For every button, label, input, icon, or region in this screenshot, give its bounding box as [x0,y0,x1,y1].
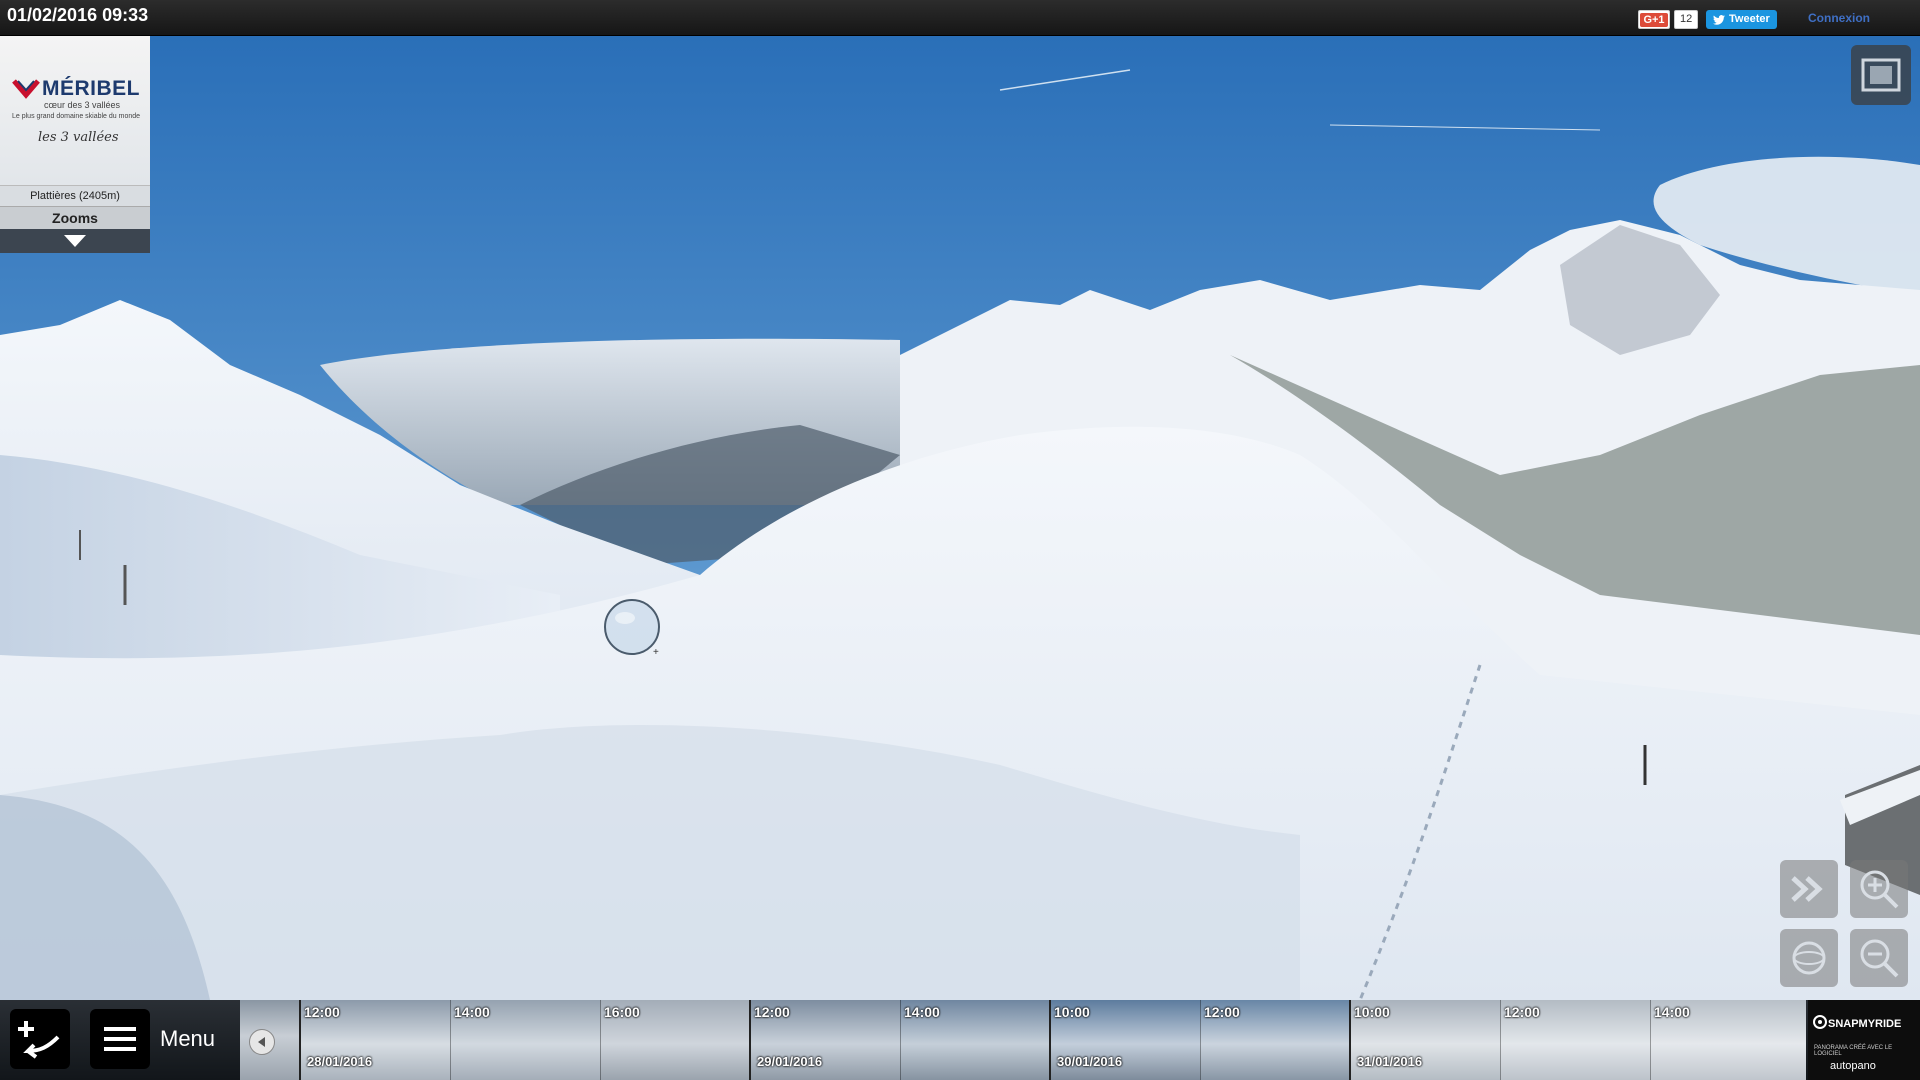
resort-panel: MÉRIBEL cœur des 3 vallées Le plus grand… [0,35,150,255]
timeline-thumb[interactable]: 14:00 [1650,1000,1806,1080]
snapmyride-logo[interactable]: SNAPMYRIDE PANORAMA CRÉÉ AVEC LE LOGICIE… [1808,1000,1920,1080]
hamburger-icon [104,1027,136,1051]
brand-tagline: Le plus grand domaine skiable du monde [12,113,141,120]
fullscreen-icon [1861,58,1901,92]
plus-arrow-icon [18,1021,60,1059]
magnifier-bubble-icon: + [604,599,660,658]
thumb-date: 28/01/2016 [307,1054,373,1069]
zooms-button[interactable]: Zooms [0,206,150,229]
timeline-thumb[interactable]: 14:00 [450,1000,601,1080]
zoom-hotspot[interactable]: + [603,598,661,658]
timeline-thumb[interactable]: 10:00 31/01/2016 [1350,1000,1501,1080]
fullscreen-button[interactable] [1851,45,1911,105]
timeline-strip[interactable]: 12:00 28/01/2016 14:00 16:00 12:00 29/01… [240,1000,1806,1080]
day-separator [1349,1000,1351,1080]
autopano-caption: PANORAMA CRÉÉ AVEC LE LOGICIEL [1814,1045,1893,1057]
timeline-thumb[interactable]: 12:00 [1500,1000,1651,1080]
zoom-in-button[interactable] [1850,860,1908,918]
thumb-time: 12:00 [1504,1004,1540,1020]
snapmyride-title: SNAPMYRIDE [1828,1018,1902,1030]
thumb-time: 10:00 [1354,1004,1390,1020]
thumb-date: 31/01/2016 [1357,1054,1423,1069]
brand-name: MÉRIBEL [42,77,140,100]
menu-label[interactable]: Menu [160,1026,215,1052]
thumb-time: 10:00 [1054,1004,1090,1020]
station-name: Plattières (2405m) [0,185,150,206]
thumb-date: 30/01/2016 [1057,1054,1123,1069]
day-separator [749,1000,751,1080]
thumb-time: 16:00 [604,1004,640,1020]
svg-text:+: + [653,647,659,656]
meribel-chevron-icon [12,79,40,99]
thumb-time: 14:00 [454,1004,490,1020]
day-separator [1049,1000,1051,1080]
autoplay-button[interactable] [1780,860,1838,918]
rotate-icon [1792,941,1826,975]
thumb-time: 12:00 [754,1004,790,1020]
google-plus-label: G+1 [1640,12,1668,27]
zoom-out-button[interactable] [1850,929,1908,987]
thumb-time: 14:00 [904,1004,940,1020]
panorama-image[interactable] [0,35,1920,1000]
timeline-thumb[interactable]: 12:00 28/01/2016 [300,1000,451,1080]
thumb-time: 14:00 [1654,1004,1690,1020]
meribel-logo[interactable]: MÉRIBEL cœur des 3 vallées Le plus grand… [0,35,150,185]
top-bar: 01/02/2016 09:33 G+1 12 Tweeter Connexio… [0,0,1920,36]
capture-datetime: 01/02/2016 09:33 [7,5,149,25]
twitter-bird-icon [1713,14,1725,25]
zoom-out-icon [1860,939,1899,978]
timeline-thumb[interactable]: 12:00 29/01/2016 [750,1000,901,1080]
google-plus-count: 12 [1674,10,1699,29]
add-photo-button[interactable] [10,1009,70,1069]
menu-button[interactable] [90,1009,150,1069]
tweet-button[interactable]: Tweeter [1706,10,1777,29]
autopano-label: autopano [1830,1060,1876,1072]
bottom-bar: Menu 12:00 28/01/2016 14:00 16:00 12:00 … [0,1000,1920,1080]
thumb-time: 12:00 [1204,1004,1240,1020]
timeline-prev-button[interactable] [249,1029,275,1055]
timeline-thumb[interactable]: 12:00 [1200,1000,1351,1080]
timeline-thumb[interactable]: 10:00 30/01/2016 [1050,1000,1201,1080]
fast-forward-icon [1791,876,1823,902]
panorama-view[interactable] [0,35,1920,1000]
zooms-expand-button[interactable] [0,229,150,253]
camera-icon [1813,1015,1827,1029]
zoom-in-icon [1860,870,1899,909]
thumb-time: 12:00 [304,1004,340,1020]
timeline-thumb[interactable]: 14:00 [900,1000,1051,1080]
triangle-down-icon [64,235,86,247]
google-plus-button[interactable]: G+1 [1638,10,1670,29]
tweet-label: Tweeter [1729,13,1770,25]
triangle-left-icon [258,1037,265,1047]
gyroscope-button[interactable] [1780,929,1838,987]
thumb-date: 29/01/2016 [757,1054,823,1069]
timeline-thumb[interactable]: 16:00 [600,1000,751,1080]
day-separator [299,1000,301,1080]
connexion-link[interactable]: Connexion [1808,11,1870,25]
partner-logo: les 3 vallées [38,130,119,145]
brand-subtitle: cœur des 3 vallées [44,100,121,110]
